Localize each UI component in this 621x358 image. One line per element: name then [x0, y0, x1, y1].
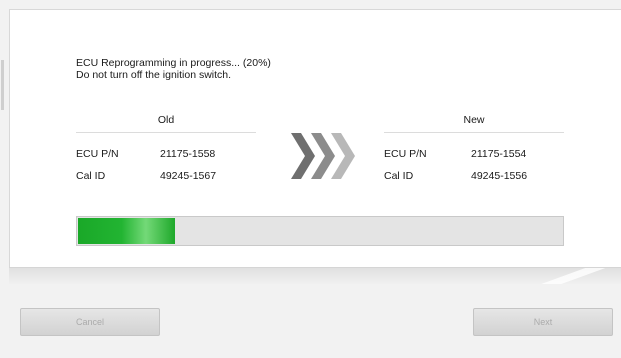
progress-bar: [76, 216, 564, 246]
old-ecu-pn-value: 21175-1558: [160, 148, 216, 160]
footer-divider: [9, 267, 621, 284]
old-cal-id-label: Cal ID: [76, 170, 106, 182]
progress-bar-fill: [78, 218, 175, 244]
chevron-1-icon: [291, 133, 315, 179]
main-panel: ECU Reprogramming in progress... (20%) D…: [1, 9, 621, 268]
old-column-header: Old: [76, 114, 256, 133]
new-cal-id-value: 49245-1556: [471, 170, 528, 182]
new-ecu-pn-label: ECU P/N: [384, 148, 427, 160]
new-ecu-pn-value: 21175-1554: [471, 148, 527, 160]
new-column-header: New: [384, 114, 564, 133]
next-button[interactable]: Next: [473, 308, 613, 336]
old-cal-id-value: 49245-1567: [160, 170, 217, 182]
new-cal-id-label: Cal ID: [384, 170, 414, 182]
status-progress-text: ECU Reprogramming in progress... (20%): [76, 57, 271, 69]
status-message: ECU Reprogramming in progress... (20%) D…: [76, 57, 271, 81]
triple-chevron-right-icon: [291, 133, 355, 179]
cancel-button[interactable]: Cancel: [20, 308, 160, 336]
old-ecu-pn-label: ECU P/N: [76, 148, 119, 160]
status-warning-text: Do not turn off the ignition switch.: [76, 69, 232, 81]
